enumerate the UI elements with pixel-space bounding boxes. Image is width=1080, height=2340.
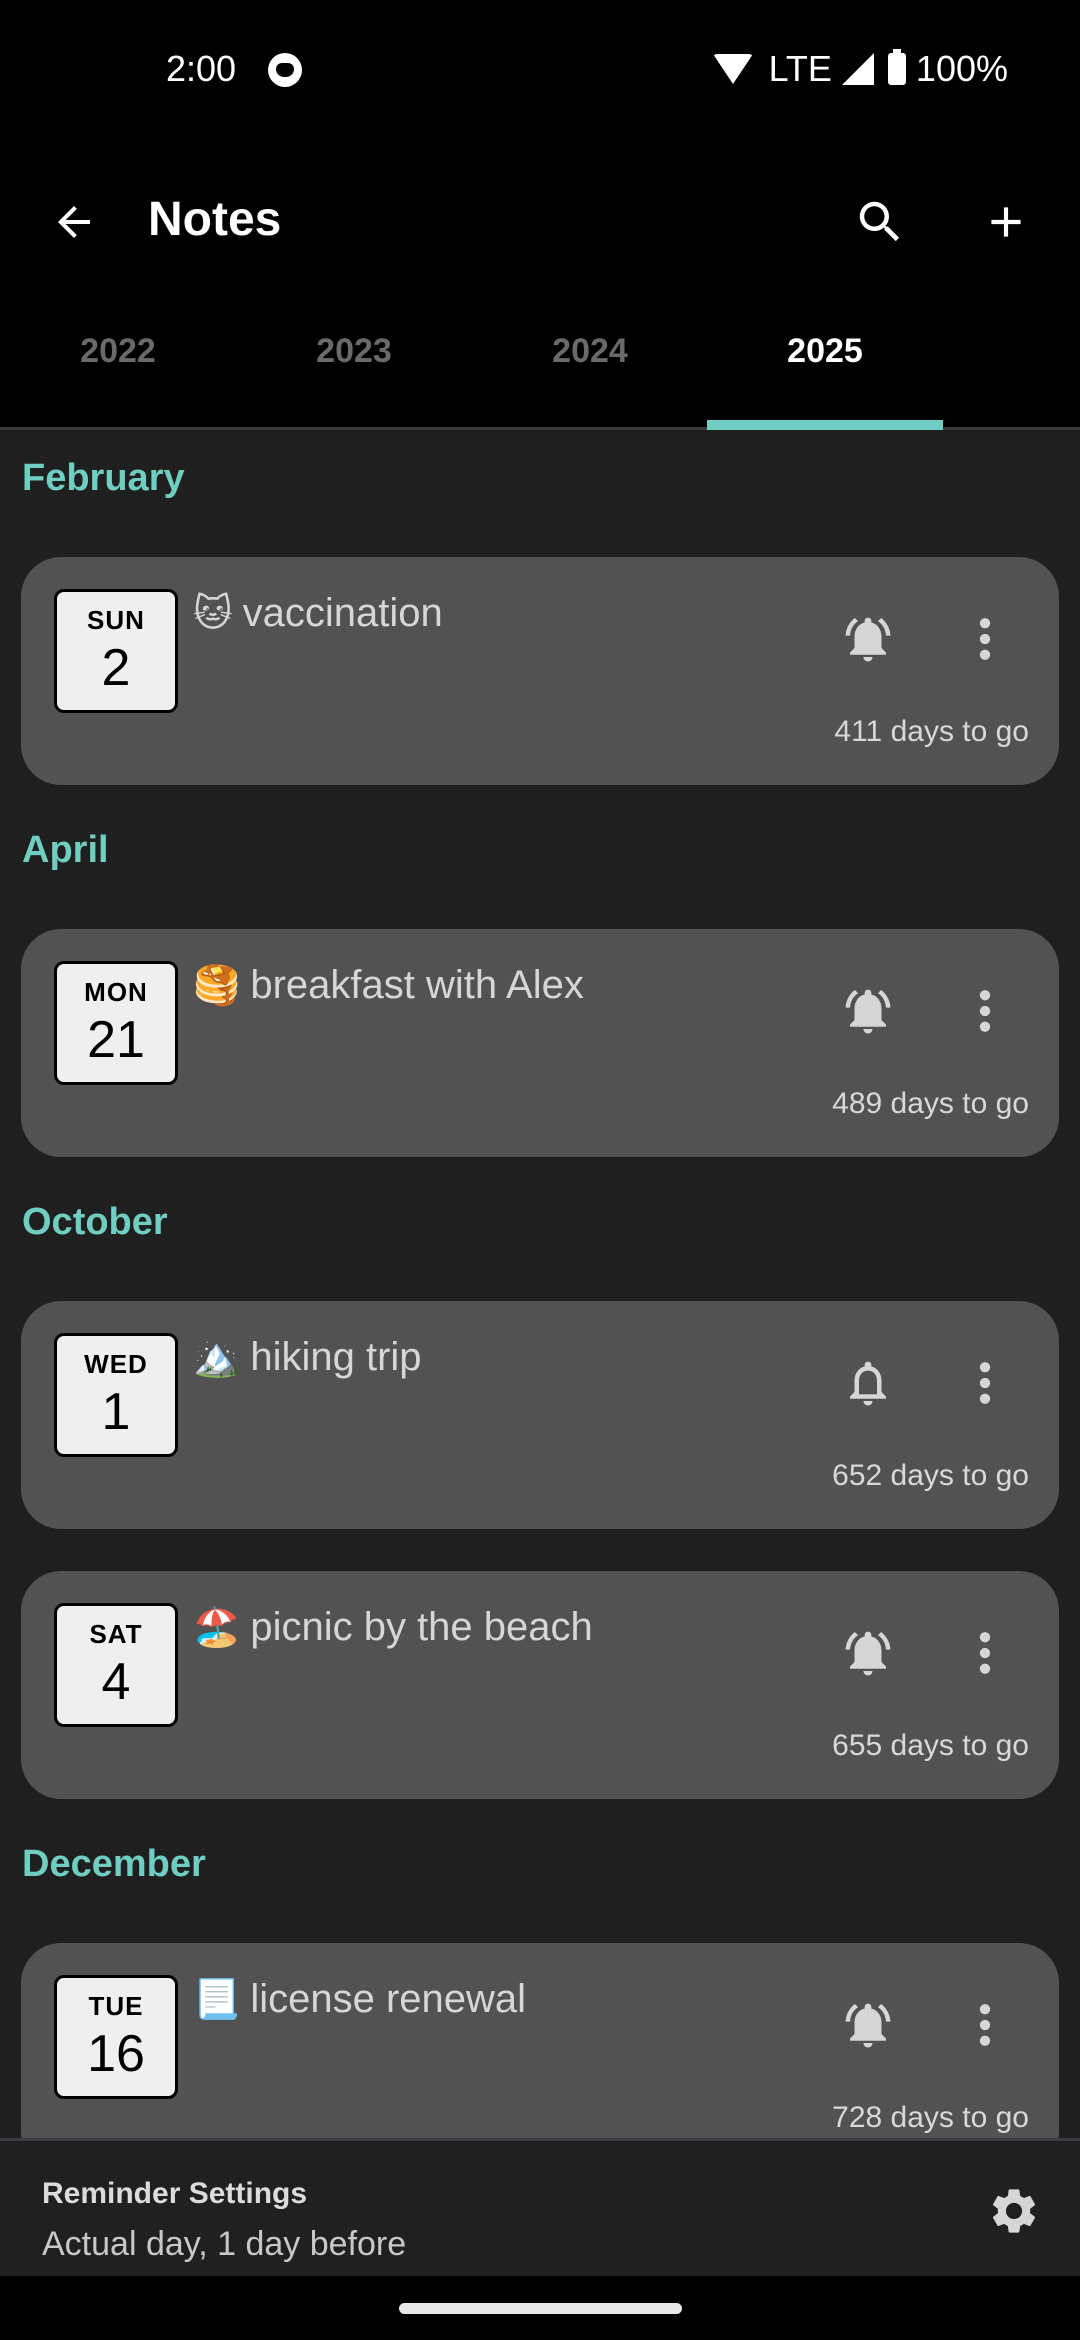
bell-outline-icon	[850, 1361, 886, 1406]
day-of-week: SUN	[87, 604, 145, 635]
add-note-button[interactable]	[976, 192, 1036, 252]
note-card[interactable]: SAT 4 🏖️ picnic by the beach 655 days to…	[21, 1571, 1059, 1799]
reminder-settings-button[interactable]	[986, 2183, 1042, 2239]
status-bar: 2:00 LTE 100%	[0, 0, 1080, 140]
more-vert-icon	[979, 990, 991, 1032]
notes-list[interactable]: February SUN 2 🐱 vaccination 411 days to…	[0, 430, 1080, 2138]
note-title: 🏔️ hiking trip	[193, 1335, 422, 1380]
cat-face-icon: 🐱	[193, 593, 233, 635]
note-title-text: breakfast with Alex	[250, 963, 584, 1007]
more-options-button[interactable]	[965, 1995, 1005, 2055]
tab-2023[interactable]: 2023	[236, 300, 472, 430]
note-card[interactable]: WED 1 🏔️ hiking trip 652 days to go	[21, 1301, 1059, 1529]
note-card[interactable]: TUE 16 📃 license renewal 728 days to go	[21, 1943, 1059, 2138]
status-time: 2:00	[166, 48, 237, 89]
beach-umbrella-icon: 🏖️	[193, 1606, 241, 1649]
note-title-text: hiking trip	[250, 1335, 422, 1379]
day-number: 21	[87, 1010, 145, 1069]
reminder-toggle-button[interactable]	[838, 609, 898, 669]
day-of-week: SAT	[89, 1618, 143, 1649]
date-badge: MON 21	[54, 961, 178, 1085]
days-to-go: 489 days to go	[832, 1087, 1029, 1120]
tab-2024[interactable]: 2024	[472, 300, 708, 430]
bell-ringing-icon	[845, 2003, 891, 2048]
day-of-week: TUE	[88, 1990, 144, 2021]
days-to-go: 652 days to go	[832, 1459, 1029, 1492]
reminder-toggle-button[interactable]	[838, 1623, 898, 1683]
reminder-toggle-button[interactable]	[838, 981, 898, 1041]
date-badge: TUE 16	[54, 1975, 178, 2099]
day-of-week: MON	[84, 976, 148, 1007]
document-icon: 📃	[193, 1978, 241, 2021]
tab-2022[interactable]: 2022	[0, 300, 236, 430]
more-vert-icon	[979, 2004, 991, 2046]
month-header: December	[22, 1842, 206, 1885]
arrow-left-icon	[58, 206, 90, 238]
note-title: 🥞 breakfast with Alex	[193, 963, 584, 1008]
more-vert-icon	[979, 618, 991, 660]
more-options-button[interactable]	[965, 1353, 1005, 1413]
tab-2025[interactable]: 2025	[707, 300, 943, 430]
battery-icon	[887, 49, 906, 85]
bell-ringing-icon	[845, 617, 891, 662]
reminder-toggle-button[interactable]	[838, 1995, 898, 2055]
day-number: 1	[101, 1382, 131, 1441]
search-button[interactable]	[850, 192, 910, 252]
more-vert-icon	[979, 1632, 991, 1674]
days-to-go: 655 days to go	[832, 1729, 1029, 1762]
battery-percent: 100%	[915, 48, 1008, 89]
reminder-settings-bar[interactable]: Reminder Settings Actual day, 1 day befo…	[0, 2138, 1080, 2276]
back-button[interactable]	[44, 192, 104, 252]
more-vert-icon	[979, 1362, 991, 1404]
note-title: 📃 license renewal	[193, 1977, 526, 2022]
note-title: 🏖️ picnic by the beach	[193, 1605, 593, 1650]
reminder-settings-title: Reminder Settings	[42, 2177, 308, 2210]
system-nav-bar	[0, 2276, 1080, 2340]
month-header: February	[22, 456, 185, 499]
month-header: October	[22, 1200, 168, 1243]
cat-notification-icon	[268, 53, 302, 87]
bell-ringing-icon	[845, 989, 891, 1034]
reminder-toggle-button[interactable]	[838, 1353, 898, 1413]
plus-icon	[991, 207, 1021, 237]
pancakes-icon: 🥞	[193, 964, 241, 1007]
day-number: 2	[101, 638, 131, 697]
signal-icon	[841, 53, 874, 85]
note-title: 🐱 vaccination	[193, 591, 443, 636]
home-gesture-handle[interactable]	[399, 2303, 682, 2314]
page-title: Notes	[148, 193, 282, 246]
app-bar: Notes	[0, 140, 1080, 300]
date-badge: SAT 4	[54, 1603, 178, 1727]
date-badge: WED 1	[54, 1333, 178, 1457]
note-title-text: license renewal	[250, 1977, 527, 2021]
more-options-button[interactable]	[965, 1623, 1005, 1683]
active-tab-indicator	[707, 420, 943, 430]
note-title-text: vaccination	[242, 591, 443, 635]
mountain-icon: 🏔️	[193, 1336, 241, 1379]
status-indicators: LTE 100%	[712, 48, 1008, 90]
days-to-go: 728 days to go	[832, 2101, 1029, 2134]
date-badge: SUN 2	[54, 589, 178, 713]
day-number: 16	[87, 2024, 145, 2083]
day-number: 4	[101, 1652, 131, 1711]
month-header: April	[22, 828, 109, 871]
wifi-icon	[712, 54, 753, 84]
day-of-week: WED	[84, 1348, 148, 1379]
gear-icon	[992, 2189, 1036, 2233]
reminder-settings-value: Actual day, 1 day before	[42, 2225, 407, 2263]
search-icon	[859, 201, 900, 242]
more-options-button[interactable]	[965, 609, 1005, 669]
note-card[interactable]: SUN 2 🐱 vaccination 411 days to go	[21, 557, 1059, 785]
days-to-go: 411 days to go	[834, 715, 1029, 748]
network-type: LTE	[768, 48, 832, 89]
year-tabs: 2022 2023 2024 2025	[0, 300, 1080, 430]
note-card[interactable]: MON 21 🥞 breakfast with Alex 489 days to…	[21, 929, 1059, 1157]
note-title-text: picnic by the beach	[250, 1605, 593, 1649]
more-options-button[interactable]	[965, 981, 1005, 1041]
bell-ringing-icon	[845, 1631, 891, 1676]
